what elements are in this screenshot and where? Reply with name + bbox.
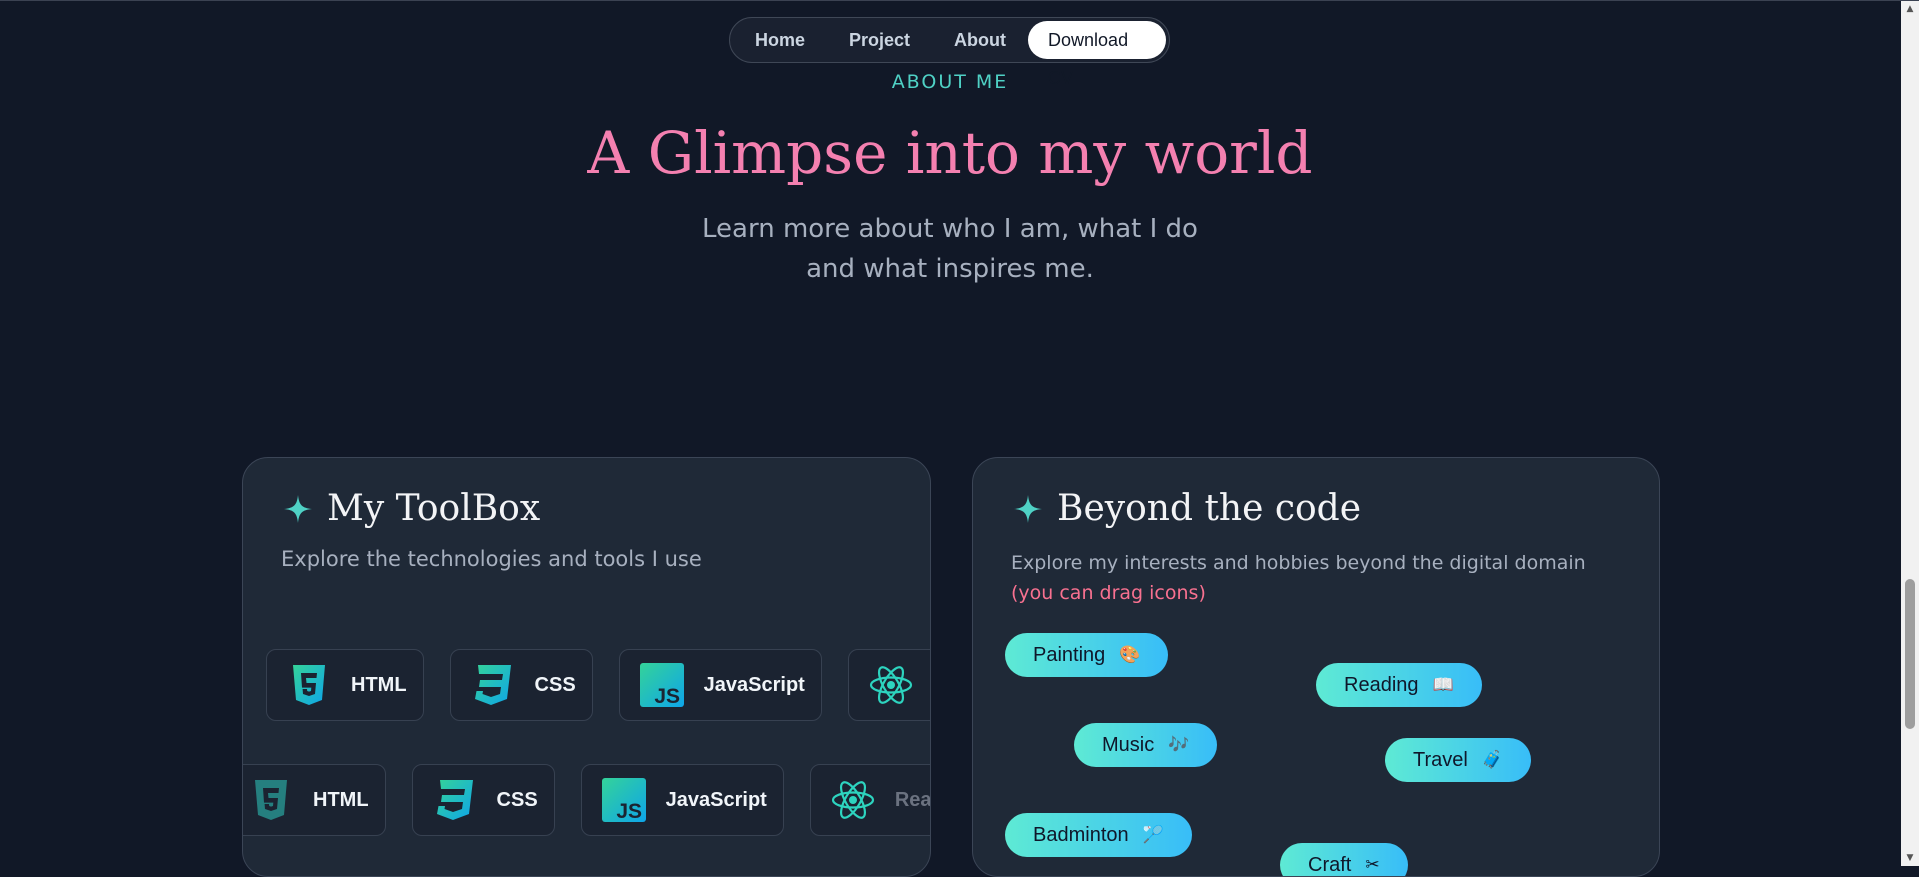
subtitle-line-2: and what inspires me. [806,254,1094,284]
tool-react: Reac [809,764,931,836]
hobby-label: Music [1102,733,1155,756]
sparkle-icon [284,494,312,523]
music-notes-icon: 🎶 [1168,735,1190,754]
svg-text:JS: JS [654,685,680,707]
toolbox-title: My ToolBox [327,488,541,529]
tool-label: CSS [534,673,576,696]
toolbox-header: My ToolBox [283,488,540,529]
tool-label: JavaScript [665,788,767,811]
hobby-label: Badminton [1033,823,1129,846]
hobby-chip-music[interactable]: Music 🎶 [1074,723,1218,767]
hobby-label: Painting [1033,643,1106,666]
svg-text:JS: JS [616,800,642,822]
css3-icon [474,665,511,705]
page-subtitle: Learn more about who I am, what I do and… [0,209,1900,289]
tool-html: HTML [243,764,386,836]
hobbies-title: Beyond the code [1057,488,1362,529]
hobby-chip-travel[interactable]: Travel 🧳 [1385,738,1531,782]
download-cv-button[interactable]: Download CV [1028,21,1166,88]
nav-about[interactable]: About [932,21,1028,59]
html5-icon [255,780,287,820]
sparkle-icon [1014,494,1042,523]
luggage-icon: 🧳 [1481,750,1503,769]
tool-label: CSS [496,788,538,811]
tool-javascript: JS JavaScript [618,649,822,721]
react-icon [869,666,912,704]
hobbies-description: Explore my interests and hobbies beyond … [1011,548,1611,608]
hobby-chip-craft[interactable]: Craft ✂ [1280,843,1408,876]
nav-project[interactable]: Project [827,21,932,59]
react-icon [831,781,874,819]
main-nav: Home Project About Download CV [729,17,1170,88]
hobby-chip-badminton[interactable]: Badminton 🏸 [1005,813,1192,857]
tool-label: HTML [351,673,407,696]
tool-row-1: HTML CSS JS JavaScript R [266,649,930,721]
tool-css: CSS [449,649,593,721]
tool-css: CSS [411,764,555,836]
section-eyebrow: ABOUT ME [891,71,1009,93]
tool-label: HTML [313,788,369,811]
javascript-icon: JS [639,663,684,707]
badminton-icon: 🏸 [1142,825,1164,844]
hobby-label: Travel [1413,748,1468,771]
tool-row-2: HTML CSS JS JavaScript Reac [243,764,931,836]
tool-label: JavaScript [703,673,805,696]
toolbox-description: Explore the technologies and tools I use [281,547,702,571]
drag-hint: (you can drag icons) [1011,582,1206,604]
javascript-icon: JS [601,778,646,822]
scissors-icon: ✂ [1365,855,1380,874]
scrollbar-thumb[interactable] [1905,579,1915,729]
hobbies-header: Beyond the code [1013,488,1361,529]
hobby-chip-painting[interactable]: Painting 🎨 [1005,633,1169,677]
tool-label: Reac [894,788,931,811]
nav-home[interactable]: Home [733,21,827,59]
hobby-label: Reading [1344,673,1419,696]
hobbies-card: Beyond the code Explore my interests and… [972,457,1660,877]
tool-javascript: JS JavaScript [580,764,784,836]
css3-icon [436,780,473,820]
page-title: A Glimpse into my world [587,119,1313,187]
subtitle-line-1: Learn more about who I am, what I do [702,214,1198,244]
hobbies-description-text: Explore my interests and hobbies beyond … [1011,552,1586,574]
html5-icon [293,665,325,705]
tool-react: R [847,649,930,721]
toolbox-card: My ToolBox Explore the technologies and … [242,457,931,877]
book-icon: 📖 [1432,675,1454,694]
tool-html: HTML [266,649,424,721]
scroll-up-icon[interactable]: ▲ [1901,1,1919,17]
hobby-label: Craft [1308,853,1352,876]
scroll-down-icon[interactable]: ▼ [1901,850,1919,866]
hobby-chip-reading[interactable]: Reading 📖 [1316,663,1482,707]
palette-icon: 🎨 [1119,645,1141,664]
page-scrollbar[interactable]: ▲ ▼ [1901,1,1919,866]
